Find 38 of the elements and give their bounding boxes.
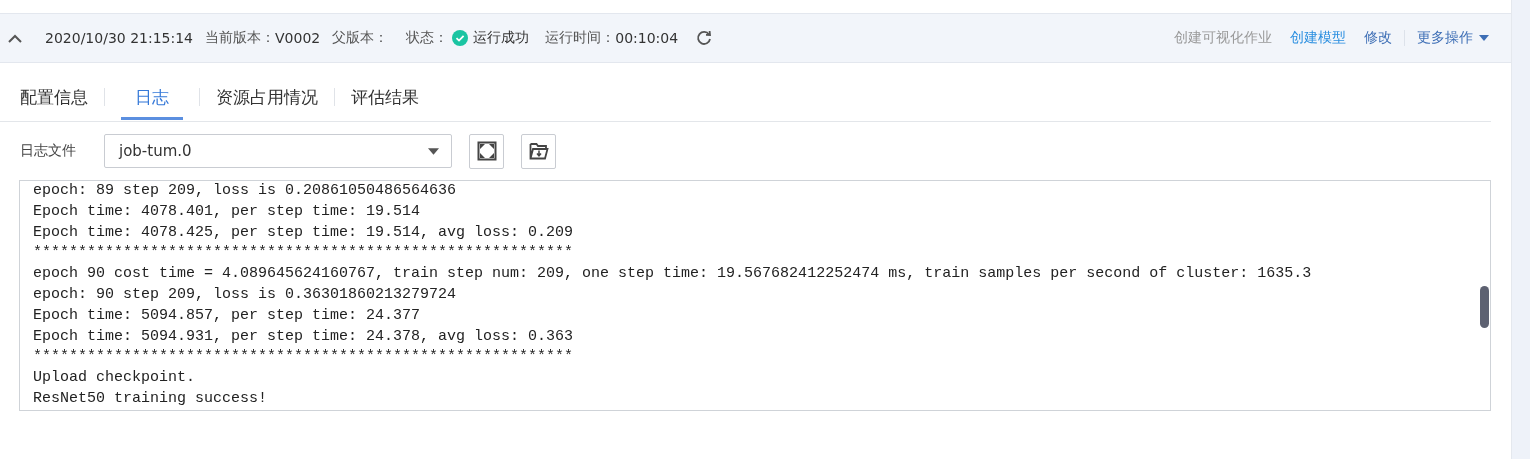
runtime-value: 00:10:04 (615, 30, 679, 46)
log-line: ************************************************************ (33, 347, 574, 368)
log-line: epoch: 90 step 209, loss is 0.36301860213279724 (33, 285, 457, 305)
log-line: Epoch time: 4078.425, per step time: 19.514, avg loss: 0.209 (33, 222, 574, 243)
fullscreen-button[interactable] (469, 133, 504, 169)
refresh-icon[interactable] (696, 30, 713, 46)
status-value: 运行成功 (473, 29, 530, 47)
scrollbar-thumb[interactable] (1480, 286, 1489, 328)
timestamp-text: 2020/10/30 21:15:14 (45, 30, 194, 46)
log-line: Epoch time: 5094.857, per step time: 24.377 (33, 305, 421, 326)
action-link[interactable]: 创建模型 (1290, 29, 1346, 47)
tab[interactable]: 资源占用情况 (216, 74, 318, 120)
success-icon (452, 30, 469, 46)
status-label: 状态： (406, 29, 449, 47)
log-line: ResNet50 training success! (33, 388, 268, 409)
caret-icon (428, 147, 439, 155)
more-actions-dropdown[interactable]: 更多操作 (1417, 29, 1489, 47)
log-line: epoch 90 cost time = 4.089645624160767, train step num: 209, one step time: 19.567682412252474 ms, train samples per second of cluster: 1635.3 (33, 264, 1312, 285)
fullscreen-icon (476, 141, 497, 161)
action-link[interactable]: 修改 (1364, 29, 1392, 47)
collapse-icon[interactable] (7, 33, 23, 43)
log-line: epoch: 89 step 209, loss is 0.20861050486564636 (33, 181, 457, 201)
folder-download-icon (528, 141, 549, 161)
log-line: Upload checkpoint. (33, 368, 196, 389)
tab[interactable]: 日志 (121, 74, 183, 120)
tab[interactable]: 配置信息 (20, 74, 88, 120)
log-line: ************************************************************ (33, 243, 574, 264)
log-file-label: 日志文件 (20, 142, 77, 160)
log-line: Epoch time: 5094.931, per step time: 24.378, avg loss: 0.363 (33, 326, 574, 347)
tab[interactable]: 评估结果 (351, 74, 419, 120)
download-folder-button[interactable] (521, 133, 556, 169)
caret-icon (1479, 35, 1489, 41)
field-value: V0002 (275, 30, 321, 46)
log-file-select[interactable]: job-tum.0 (104, 134, 452, 168)
runtime-label: 运行时间： (545, 29, 616, 47)
field-label: 父版本： (332, 29, 389, 47)
field-label: 当前版本： (205, 29, 276, 47)
log-line: Epoch time: 4078.401, per step time: 19.514 (33, 201, 421, 222)
